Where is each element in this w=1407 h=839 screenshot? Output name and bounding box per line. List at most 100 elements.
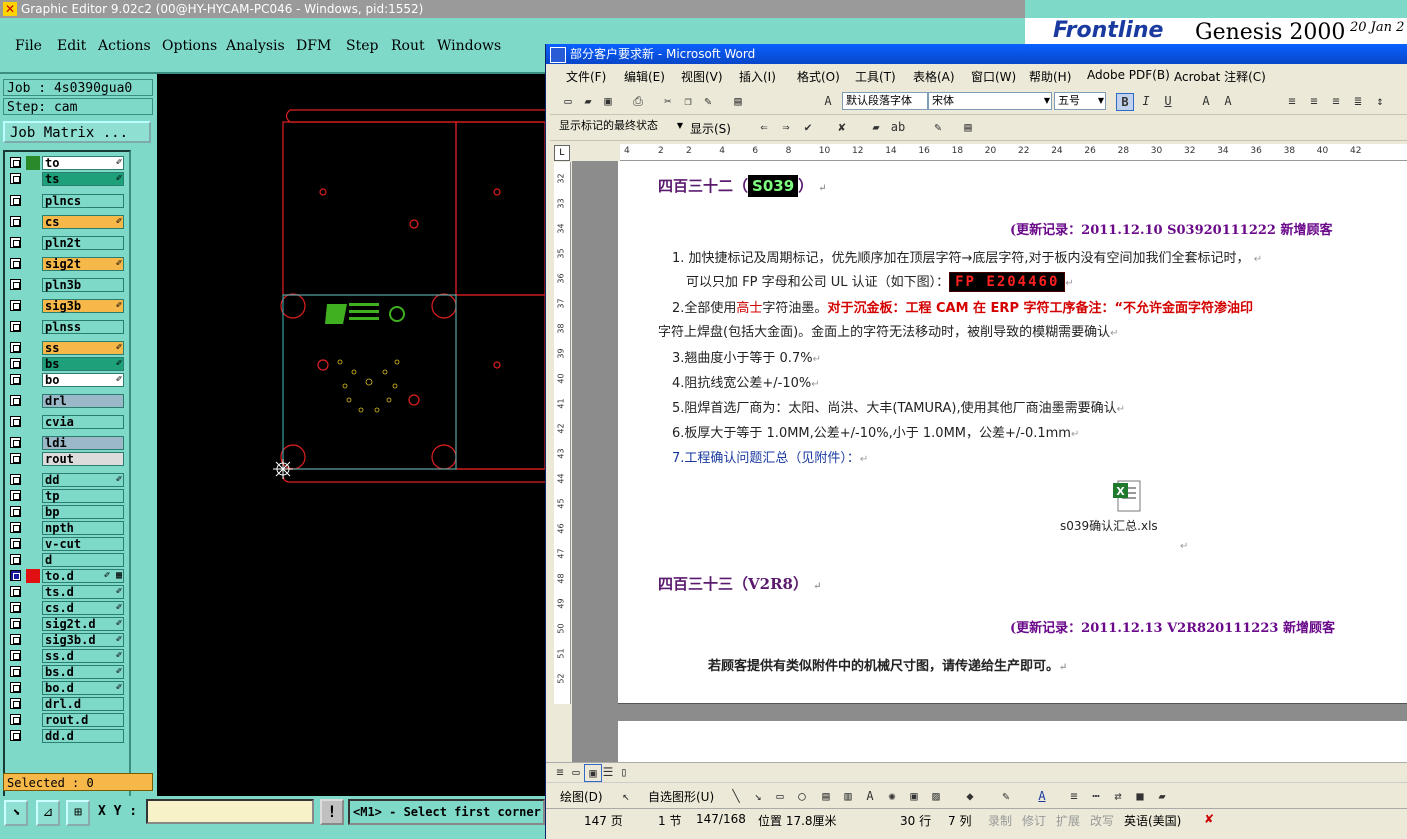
graphic-canvas[interactable] [157, 74, 545, 796]
layer-visibility-checkbox[interactable] [10, 490, 21, 501]
attachment-name[interactable]: s039确认汇总.xls [1060, 517, 1158, 534]
layer-row[interactable]: cs.d ✐ [9, 601, 125, 615]
dash-style-icon[interactable]: ┅ [1088, 788, 1104, 804]
menu-windows[interactable]: Windows [437, 38, 501, 54]
next-change-icon[interactable]: ⇒ [778, 119, 794, 135]
word-menu-help[interactable]: 帮助(H) [1029, 68, 1071, 85]
new-doc-icon[interactable]: ▭ [560, 93, 576, 109]
layer-row[interactable]: ldi [9, 436, 125, 450]
layer-row[interactable]: rout.d [9, 713, 125, 727]
layer-row[interactable]: plncs [9, 194, 125, 208]
diagram-icon[interactable]: ✺ [884, 788, 900, 804]
save-icon[interactable]: ▣ [600, 93, 616, 109]
layer-row[interactable]: sig2t ✐ [9, 257, 125, 271]
layer-visibility-checkbox[interactable] [10, 321, 21, 332]
layer-visibility-checkbox[interactable] [10, 682, 21, 693]
layer-name[interactable]: d [42, 553, 124, 567]
vertical-ruler[interactable]: 32 33 34 35 36 37 38 39 40 41 42 43 44 45 46 47 48 49 50 51… [554, 162, 571, 704]
word-menu-format[interactable]: 格式(O) [797, 68, 840, 85]
layer-row[interactable]: drl [9, 394, 125, 408]
layer-name[interactable]: cs.d [42, 601, 124, 615]
outline-view-icon[interactable]: ☰ [600, 764, 616, 780]
char-border-icon[interactable]: A [1198, 93, 1214, 109]
layer-visibility-checkbox[interactable] [10, 618, 21, 629]
layer-row[interactable]: ts ✐ [9, 172, 125, 186]
layer-row[interactable]: sig3b.d ✐ [9, 633, 125, 647]
autoshapes-menu[interactable]: 自选图形(U) [648, 788, 714, 805]
folder-icon[interactable]: ▰ [868, 119, 884, 135]
layer-name[interactable]: ts.d [42, 585, 124, 599]
prev-change-icon[interactable]: ⇐ [756, 119, 772, 135]
3d-style-icon[interactable]: ▰ [1154, 788, 1170, 804]
document-area[interactable]: 四百三十二（ S039） ↵ (更新记录：2011.12.10 S03920111… [572, 161, 1407, 766]
highlight-icon[interactable]: ab [890, 119, 906, 135]
word-menu-file[interactable]: 文件(F) [566, 68, 606, 85]
status-ext[interactable]: 扩展 [1056, 812, 1080, 829]
layer-row[interactable]: bs ✐ [9, 357, 125, 371]
layer-visibility-checkbox[interactable] [10, 258, 21, 269]
layer-name[interactable]: drl.d [42, 697, 124, 711]
word-menu-insert[interactable]: 插入(I) [739, 68, 776, 85]
layer-name[interactable]: bo.d [42, 681, 124, 695]
layer-visibility-checkbox[interactable] [10, 195, 21, 206]
layer-visibility-checkbox[interactable] [10, 650, 21, 661]
layer-row[interactable]: bs.d ✐ [9, 665, 125, 679]
word-menu-window[interactable]: 窗口(W) [971, 68, 1016, 85]
layer-row[interactable]: ss.d ✐ [9, 649, 125, 663]
layer-name[interactable]: cvia [42, 415, 124, 429]
markup-combo[interactable]: 显示标记的最终状态 ▼ [556, 118, 684, 136]
layer-row[interactable]: to ✐ [9, 156, 125, 170]
select-pointer-icon[interactable]: ↖ [618, 788, 634, 804]
align-right-icon[interactable]: ≡ [1328, 93, 1344, 109]
layer-visibility-checkbox[interactable] [10, 570, 21, 581]
layer-name[interactable]: bo [42, 373, 124, 387]
menu-edit[interactable]: Edit [57, 38, 86, 54]
snap-tool-icon[interactable]: ⊞ [66, 800, 90, 826]
layer-name[interactable]: pln2t [42, 236, 124, 250]
rectangle-icon[interactable]: ▭ [772, 788, 788, 804]
layer-row[interactable]: tp [9, 489, 125, 503]
char-shading-icon[interactable]: A [1220, 93, 1236, 109]
font-combo[interactable]: 宋体 ▼ [928, 92, 1052, 110]
layer-visibility-checkbox[interactable] [10, 474, 21, 485]
draw-menu[interactable]: 绘图(D) [560, 788, 603, 805]
tab-selector[interactable]: L [554, 145, 570, 161]
layer-name[interactable]: sig3b.d [42, 633, 124, 647]
layer-name[interactable]: rout.d [42, 713, 124, 727]
layer-name[interactable]: plnss [42, 320, 124, 334]
oval-icon[interactable]: ◯ [794, 788, 810, 804]
layer-visibility-checkbox[interactable] [10, 416, 21, 427]
font-size-combo[interactable]: 五号 ▼ [1054, 92, 1106, 110]
layer-visibility-checkbox[interactable] [10, 374, 21, 385]
layer-visibility-checkbox[interactable] [10, 506, 21, 517]
layer-color-swatch[interactable] [26, 156, 40, 170]
word-menu-acrobat[interactable]: Acrobat 注释(C) [1174, 68, 1266, 85]
line-color-icon[interactable]: ✎ [998, 788, 1014, 804]
word-menu-table[interactable]: 表格(A) [913, 68, 955, 85]
layer-color-swatch[interactable] [26, 569, 40, 583]
layer-name[interactable]: dd.d [42, 729, 124, 743]
layer-name[interactable]: cs [42, 215, 124, 229]
clipart-icon[interactable]: ▣ [906, 788, 922, 804]
copy-icon[interactable]: ❐ [680, 93, 696, 109]
vertical-textbox-icon[interactable]: ▥ [840, 788, 856, 804]
menu-analysis[interactable]: Analysis [226, 38, 285, 54]
xy-input[interactable] [146, 799, 314, 824]
word-menu-tools[interactable]: 工具(T) [855, 68, 896, 85]
line-icon[interactable]: ╲ [728, 788, 744, 804]
layer-row[interactable]: npth [9, 521, 125, 535]
layer-name[interactable]: bs [42, 357, 124, 371]
print-icon[interactable]: ⎙ [630, 93, 646, 109]
layer-row[interactable]: bo.d ✐ [9, 681, 125, 695]
warning-button[interactable]: ! [320, 799, 344, 825]
underline-icon[interactable]: U [1160, 93, 1176, 109]
layer-row[interactable]: bp [9, 505, 125, 519]
bold-icon[interactable]: B [1116, 93, 1134, 111]
layer-visibility-checkbox[interactable] [10, 342, 21, 353]
layer-row[interactable]: ts.d ✐ [9, 585, 125, 599]
menu-rout[interactable]: Rout [391, 38, 425, 54]
layer-visibility-checkbox[interactable] [10, 538, 21, 549]
layer-row[interactable]: pln3b [9, 278, 125, 292]
layer-visibility-checkbox[interactable] [10, 522, 21, 533]
measure-tool-icon[interactable]: ⊿ [36, 800, 60, 826]
